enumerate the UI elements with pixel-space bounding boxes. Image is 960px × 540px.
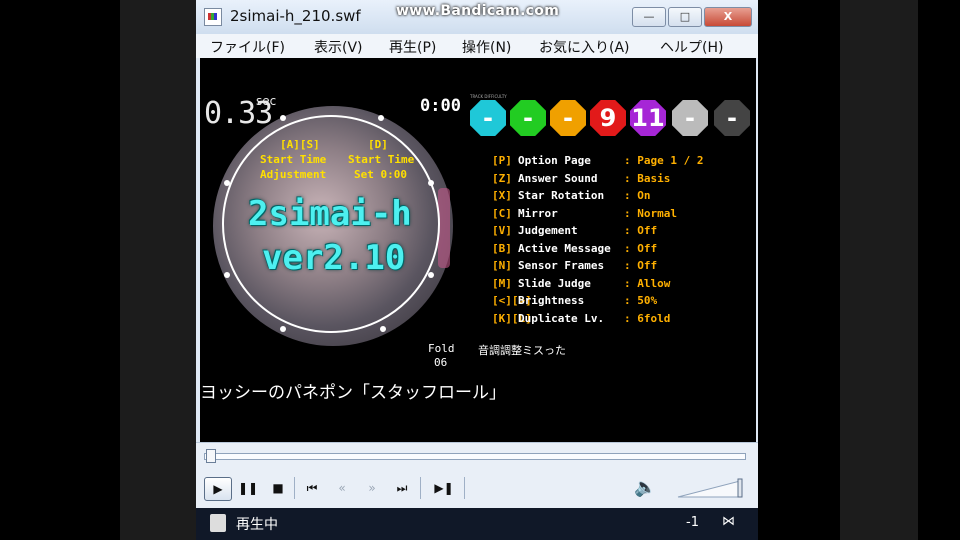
bookmark-icon[interactable]: ⋈: [722, 514, 744, 532]
menu-file[interactable]: ファイル(F): [210, 37, 285, 57]
difficulty-basic[interactable]: -: [510, 100, 546, 136]
hud-adjustment: Adjustment: [260, 168, 327, 181]
option-name: Star Rotation: [518, 189, 605, 202]
difficulty-easy[interactable]: -: [470, 100, 506, 136]
menu-help[interactable]: ヘルプ(H): [660, 37, 723, 57]
option-key: [B]: [492, 241, 512, 255]
sensor-marker: [378, 115, 384, 121]
menu-play[interactable]: 再生(P): [389, 37, 436, 57]
right-letterbox: [840, 0, 918, 540]
option-key: [M]: [492, 276, 512, 290]
volume-slider[interactable]: [676, 477, 746, 499]
difficulty-header: TRACK DIFFICULTY: [470, 94, 507, 99]
fold-value: 06: [434, 356, 448, 369]
sensor-marker: [280, 115, 286, 121]
menu-favorites[interactable]: お気に入り(A): [539, 37, 630, 57]
option-name: Mirror: [518, 206, 558, 220]
option-key: [V]: [492, 224, 512, 237]
option-value[interactable]: : On: [624, 189, 651, 202]
status-text: 再生中: [236, 517, 278, 533]
frame-step-button[interactable]: ▶❚: [432, 477, 456, 499]
flash-game-area[interactable]: 0.33 sec 0:00 [A][S] [D] Start Time Star…: [200, 58, 756, 442]
option-name: Sensor Frames: [518, 259, 605, 272]
bandicam-watermark: www.Bandicam.com: [396, 3, 560, 19]
fold-label: Fold: [428, 342, 455, 355]
option-name: Active Message: [518, 241, 611, 255]
difficulty-master[interactable]: 11: [630, 100, 666, 136]
difficulty-remaster[interactable]: -: [672, 100, 708, 136]
sensor-marker: [428, 272, 434, 278]
minimize-button[interactable]: —: [632, 7, 666, 27]
sensor-marker: [280, 326, 286, 332]
option-name: Brightness: [518, 294, 585, 307]
document-icon: [210, 514, 226, 532]
title-bar[interactable]: 2simai-h_210.swf www.Bandicam.com — □ X: [196, 0, 758, 35]
song-time: 0:00: [420, 96, 461, 116]
timer-unit: sec: [256, 94, 277, 108]
app-icon: [204, 8, 222, 26]
left-letterbox: [120, 0, 198, 540]
option-key: [C]: [492, 206, 512, 220]
option-value[interactable]: : Basis: [624, 172, 670, 185]
player-window: 2simai-h_210.swf www.Bandicam.com — □ X …: [196, 0, 758, 540]
previous-button[interactable]: ⏮: [300, 477, 324, 499]
option-value[interactable]: : 6fold: [624, 312, 670, 325]
hud-start-time-1: Start Time: [260, 153, 327, 166]
maximize-button[interactable]: □: [668, 7, 702, 27]
rewind-button[interactable]: «: [330, 477, 354, 499]
close-button[interactable]: X: [704, 7, 752, 27]
version-number: ver2.10: [262, 238, 406, 278]
sensor-marker: [224, 180, 230, 186]
play-button[interactable]: ▶: [204, 477, 232, 501]
option-name: Slide Judge: [518, 276, 591, 290]
difficulty-advanced[interactable]: -: [550, 100, 586, 136]
option-key: [P]: [492, 154, 512, 167]
stop-button[interactable]: ■: [266, 477, 290, 499]
hud-set: Set 0:00: [354, 168, 407, 181]
separator: [464, 477, 465, 499]
option-value[interactable]: : Allow: [624, 277, 670, 290]
next-button[interactable]: ⏭: [390, 477, 414, 499]
hud-key-d: [D]: [368, 138, 388, 151]
option-value[interactable]: : Off: [624, 242, 657, 255]
sensor-marker: [224, 272, 230, 278]
separator: [420, 477, 421, 499]
difficulty-utage[interactable]: -: [714, 100, 750, 136]
option-key: [Z]: [492, 171, 512, 185]
sensor-marker: [428, 180, 434, 186]
player-controls: ▶ ❚❚ ■ ⏮ « » ⏭ ▶❚ 🔈: [196, 442, 758, 509]
adjust-comment: 音調調整ミスった: [478, 344, 566, 357]
sensor-marker: [380, 326, 386, 332]
option-value[interactable]: : 50%: [624, 294, 657, 307]
menu-control[interactable]: 操作(N): [462, 37, 511, 57]
song-title: ヨッシーのパネポン「スタッフロール」: [200, 383, 506, 403]
separator: [294, 477, 295, 499]
option-name: Duplicate Lv.: [518, 311, 605, 325]
option-value[interactable]: : Page 1 / 2: [624, 154, 703, 167]
status-bar: 再生中 -1 ⋈: [196, 508, 758, 540]
pause-button[interactable]: ❚❚: [236, 477, 260, 499]
seek-thumb[interactable]: [206, 449, 216, 463]
option-key: [N]: [492, 259, 512, 272]
option-name: Judgement: [518, 224, 578, 237]
fast-forward-button[interactable]: »: [360, 477, 384, 499]
menu-bar: ファイル(F) 表示(V) 再生(P) 操作(N) お気に入り(A) ヘルプ(H…: [196, 34, 758, 58]
difficulty-expert[interactable]: 9: [590, 100, 626, 136]
option-name: Answer Sound: [518, 171, 598, 185]
option-key: [X]: [492, 189, 512, 202]
option-value[interactable]: : Off: [624, 259, 657, 272]
menu-view[interactable]: 表示(V): [314, 37, 363, 57]
option-value[interactable]: : Off: [624, 224, 657, 237]
window-title: 2simai-h_210.swf: [230, 7, 361, 25]
option-value[interactable]: : Normal: [624, 207, 677, 220]
status-number: -1: [686, 515, 699, 530]
volume-icon[interactable]: 🔈: [634, 477, 656, 498]
hud-start-time-2: Start Time: [348, 153, 415, 166]
hud-key-as: [A][S]: [280, 138, 320, 151]
version-title: 2simai-h: [248, 194, 412, 234]
seek-bar[interactable]: [204, 453, 746, 460]
option-name: Option Page: [518, 154, 591, 167]
